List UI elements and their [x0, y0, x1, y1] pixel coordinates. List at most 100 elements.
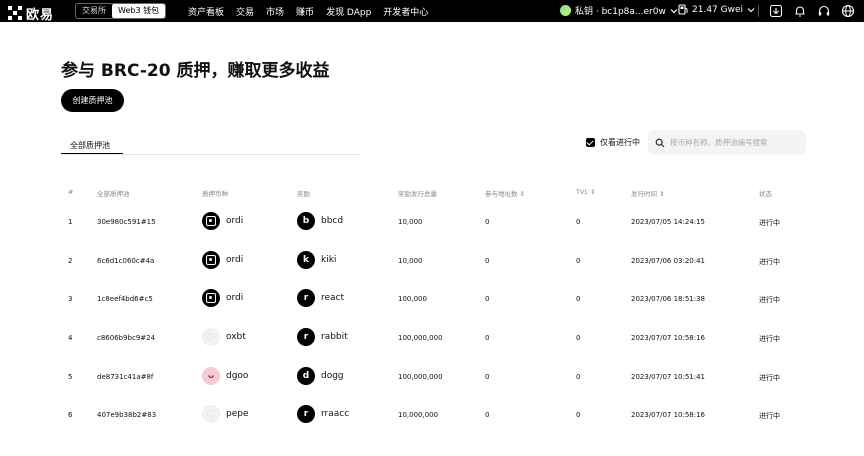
status-badge: 进行中	[759, 219, 780, 227]
stake-token-name: dgoo	[226, 371, 249, 381]
stake-token: ordi	[202, 289, 243, 307]
tvl-value: 0	[576, 257, 581, 265]
search-input[interactable]	[670, 138, 800, 147]
reward-total-supply: 10,000,000	[398, 411, 439, 419]
reward-token: r react	[297, 289, 344, 307]
gas-fee-indicator[interactable]: 21.47 Gwei	[678, 4, 755, 15]
tvl-value: 0	[576, 411, 581, 419]
reward-token-icon: d	[297, 367, 315, 385]
download-icon[interactable]	[769, 4, 783, 18]
reward-token-name: rabbit	[321, 332, 348, 342]
reward-token-icon: b	[297, 212, 315, 230]
col-header-issue-time[interactable]: 发行时间 ⇕	[631, 188, 665, 198]
row-index: 5	[68, 373, 73, 381]
row-index: 6	[68, 411, 73, 419]
stake-token: ordi	[202, 251, 243, 269]
nav-market[interactable]: 市场	[266, 5, 284, 18]
reward-token-icon: r	[297, 328, 315, 346]
table-row[interactable]: 5 de8731c41a#8f ᴗ dgoo d dogg 100,000,000 0 0 202…	[0, 358, 864, 396]
pool-id[interactable]: 6c6d1c060c#4a	[97, 257, 154, 265]
switch-exchange[interactable]: 交易所	[76, 4, 112, 18]
reward-total-supply: 100,000,000	[398, 334, 443, 342]
row-index: 2	[68, 257, 73, 265]
participant-addresses: 0	[485, 218, 490, 226]
gas-price: 21.47 Gwei	[692, 4, 743, 15]
reward-token-name: rraacc	[321, 409, 350, 419]
bell-icon[interactable]	[793, 4, 807, 18]
col-header-index: #	[68, 188, 74, 196]
ordi-token-icon	[202, 212, 220, 230]
globe-icon[interactable]	[841, 4, 855, 18]
wallet-avatar	[560, 5, 571, 16]
reward-total-supply: 10,000	[398, 257, 423, 265]
pool-id[interactable]: c8606b9bc9#24	[97, 334, 155, 342]
table-row[interactable]: 3 1c8eef4bd6#c5 ordi r react 100,000 0 0 2023/07…	[0, 280, 864, 318]
pool-id[interactable]: de8731c41a#8f	[97, 373, 153, 381]
stake-token-name: pepe	[226, 409, 249, 419]
status-badge: 进行中	[759, 335, 780, 343]
pool-id[interactable]: 1c8eef4bd6#c5	[97, 295, 153, 303]
tvl-value: 0	[576, 218, 581, 226]
top-navigation-bar: 欧易 交易所 Web3 钱包 资产看板 交易 市场 赚币 发现 DApp 开发者…	[0, 0, 864, 23]
participant-addresses: 0	[485, 295, 490, 303]
table-row[interactable]: 1 30e980c591#15 ordi b bbcd 10,000 0 0 2023/07/0…	[0, 203, 864, 241]
reward-token-icon: k	[297, 251, 315, 269]
col-header-stake-token: 质押币种	[202, 190, 228, 198]
ordi-token-icon	[202, 289, 220, 307]
participant-addresses: 0	[485, 411, 490, 419]
logo-mark-icon	[8, 6, 23, 21]
nav-trade[interactable]: 交易	[236, 5, 254, 18]
topbar-divider	[758, 5, 759, 17]
issue-time: 2023/07/05 14:24:15	[631, 218, 706, 226]
reward-total-supply: 100,000,000	[398, 373, 443, 381]
issue-time: 2023/07/07 10:58:16	[631, 411, 706, 419]
only-active-filter[interactable]: 仅看进行中	[586, 137, 640, 148]
wallet-selector[interactable]: 私钥 · bc1p8a...er0w	[560, 4, 678, 17]
create-pool-button[interactable]: 创建质押池	[61, 89, 124, 112]
col-header-addresses[interactable]: 参与地址数 ⇕	[485, 188, 525, 198]
stake-token: ordi	[202, 212, 243, 230]
table-row[interactable]: 4 c8606b9bc9#24 ◌ oxbt r rabbit 100,000,000 0 0 2…	[0, 319, 864, 357]
status-badge: 进行中	[759, 296, 780, 304]
status-badge: 进行中	[759, 258, 780, 266]
issue-time: 2023/07/06 18:51:38	[631, 295, 706, 303]
stake-token-name: ordi	[226, 293, 244, 303]
nav-asset-dashboard[interactable]: 资产看板	[188, 5, 224, 18]
headset-icon[interactable]	[817, 4, 831, 18]
row-index: 1	[68, 218, 73, 226]
col-header-reward: 奖励	[297, 190, 310, 198]
nav-developer-center[interactable]: 开发者中心	[383, 5, 428, 18]
pool-search-box[interactable]	[648, 130, 806, 155]
tvl-value: 0	[576, 295, 581, 303]
switch-web3-wallet[interactable]: Web3 钱包	[112, 4, 166, 18]
exchange-wallet-switch[interactable]: 交易所 Web3 钱包	[75, 3, 167, 19]
table-row[interactable]: 6 407e9b38b2#83 ◌ pepe r rraacc 10,000,000 0 0 20…	[0, 396, 864, 434]
reward-token: r rraacc	[297, 405, 349, 423]
reward-token-icon: r	[297, 289, 315, 307]
ordi-token-icon	[202, 251, 220, 269]
nav-discover-dapp[interactable]: 发现 DApp	[326, 5, 371, 18]
stake-token: ᴗ dgoo	[202, 367, 248, 385]
reward-token-icon: r	[297, 405, 315, 423]
only-active-checkbox[interactable]	[586, 138, 595, 147]
chevron-down-icon	[747, 7, 755, 12]
pool-id[interactable]: 30e980c591#15	[97, 218, 156, 226]
tab-all-pools[interactable]: 全部质押池	[61, 141, 119, 150]
pool-tabs: 全部质押池	[61, 133, 123, 155]
pepe-token-icon: ◌	[202, 405, 220, 423]
reward-token-name: kiki	[321, 255, 337, 265]
issue-time: 2023/07/06 03:20:41	[631, 257, 706, 265]
col-header-tvl[interactable]: TVL ⇕	[576, 188, 596, 196]
table-row[interactable]: 2 6c6d1c060c#4a ordi k kiki 10,000 0 0 2023/07/0…	[0, 242, 864, 280]
tvl-value: 0	[576, 373, 581, 381]
reward-token: d dogg	[297, 367, 344, 385]
okx-logo[interactable]: 欧易	[8, 4, 54, 23]
reward-total-supply: 10,000	[398, 218, 423, 226]
reward-token-name: react	[321, 293, 345, 303]
pool-id[interactable]: 407e9b38b2#83	[97, 411, 156, 419]
wallet-address: 私钥 · bc1p8a...er0w	[575, 7, 666, 17]
row-index: 3	[68, 295, 73, 303]
participant-addresses: 0	[485, 257, 490, 265]
reward-token: r rabbit	[297, 328, 348, 346]
nav-earn[interactable]: 赚币	[296, 5, 314, 18]
